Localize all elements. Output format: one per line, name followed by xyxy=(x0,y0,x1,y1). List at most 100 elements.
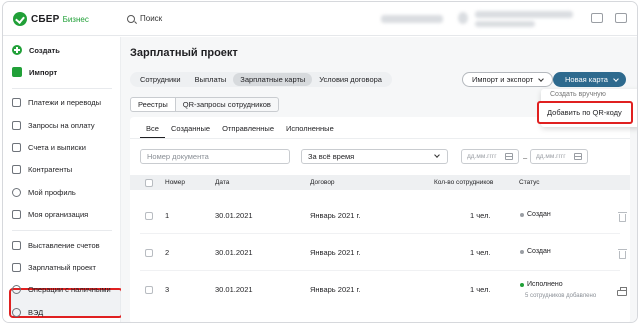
sidebar-item-label: Операции с наличными xyxy=(28,284,111,294)
tab-payouts[interactable]: Выплаты xyxy=(188,73,234,86)
sidebar-divider xyxy=(12,88,112,89)
column-number: Номер xyxy=(165,179,186,186)
row-date: 30.01.2021 xyxy=(215,211,253,220)
filter-tab-created[interactable]: Созданные xyxy=(165,122,216,139)
invoice-icon xyxy=(12,240,21,250)
column-employee-count: Кол-во сотрудников xyxy=(434,179,494,186)
sidebar-item-organization[interactable]: Моя организация xyxy=(12,206,88,222)
sidebar-divider xyxy=(12,230,112,231)
building-icon xyxy=(12,209,21,219)
table-row[interactable]: 1 30.01.2021 Январь 2021 г. 1 чел. Созда… xyxy=(130,197,630,233)
page-title: Зарплатный проект xyxy=(130,47,238,59)
date-from-input[interactable]: дд.мм.гггг xyxy=(461,149,519,164)
filter-tab-executed[interactable]: Исполненные xyxy=(280,122,340,139)
row-date: 30.01.2021 xyxy=(215,248,253,257)
subtab-registries[interactable]: Реестры xyxy=(130,97,176,112)
blurred-company-name xyxy=(475,11,573,18)
row-number: 3 xyxy=(165,285,170,294)
main-content: Зарплатный проект Сотрудники Выплаты Зар… xyxy=(121,37,637,322)
row-contract: Январь 2021 г. xyxy=(310,211,361,220)
sidebar-item-invoicing[interactable]: Выставление счетов xyxy=(12,237,100,253)
sidebar-item-label: Платежи и переводы xyxy=(28,97,102,107)
sidebar-item-salary-project[interactable]: Зарплатный проект xyxy=(12,259,96,275)
top-icons xyxy=(591,13,627,23)
sber-logo[interactable]: СБЕР Бизнес xyxy=(13,12,89,26)
status-dot-icon xyxy=(520,282,524,287)
filter-tab-sent[interactable]: Отправленные xyxy=(216,122,280,139)
tab-salary-cards[interactable]: Зарплатные карты xyxy=(233,73,313,86)
filter-tab-all[interactable]: Все xyxy=(140,122,165,139)
dropdown-create-manually[interactable]: Создать вручную xyxy=(550,91,606,98)
row-checkbox[interactable] xyxy=(145,249,153,257)
sidebar-item-fea[interactable]: ВЭД xyxy=(12,304,43,320)
sidebar-create[interactable]: Создать xyxy=(12,42,60,58)
column-status: Статус xyxy=(519,179,540,186)
row-checkbox[interactable] xyxy=(145,212,153,220)
contacts-icon xyxy=(12,164,21,174)
salary-card-icon xyxy=(12,262,21,272)
period-value: За всё время xyxy=(308,152,355,161)
subtab-qr-requests[interactable]: QR-запросы сотрудников xyxy=(175,97,279,112)
filter-tabs: Все Созданные Отправленные Исполненные xyxy=(140,122,340,139)
period-select[interactable]: За всё время xyxy=(301,149,448,164)
sidebar-item-label: Выставление счетов xyxy=(28,240,100,250)
search-icon xyxy=(127,14,135,23)
document-number-input[interactable] xyxy=(140,149,290,164)
import-export-button[interactable]: Импорт и экспорт xyxy=(462,72,554,87)
sidebar-item-payments[interactable]: Платежи и переводы xyxy=(12,94,101,110)
new-card-button[interactable]: Новая карта xyxy=(553,72,626,87)
table-row[interactable]: 2 30.01.2021 Январь 2021 г. 1 чел. Созда… xyxy=(130,234,630,270)
printer-icon[interactable] xyxy=(617,287,627,296)
registry-subtabs: Реестры QR-запросы сотрудников xyxy=(130,97,279,112)
sidebar-create-label: Создать xyxy=(29,45,60,55)
globe-icon xyxy=(12,307,21,317)
blurred-avatar xyxy=(458,12,468,24)
trash-icon[interactable] xyxy=(618,249,627,259)
select-all-checkbox[interactable] xyxy=(145,179,153,187)
sidebar-item-label: ВЭД xyxy=(28,307,44,317)
dropdown-add-by-qr[interactable]: Добавить по QR-коду xyxy=(537,101,633,124)
blurred-company-sub xyxy=(475,21,535,27)
sidebar-item-label: Зарплатный проект xyxy=(28,262,96,272)
brand-name: СБЕР xyxy=(31,13,60,25)
sidebar-import[interactable]: Импорт xyxy=(12,64,57,80)
row-count: 1 чел. xyxy=(470,211,491,220)
status-text: Исполнено xyxy=(527,281,563,288)
messages-icon[interactable] xyxy=(591,13,603,23)
table-row[interactable]: 3 30.01.2021 Январь 2021 г. 1 чел. Испол… xyxy=(130,271,630,307)
payments-icon xyxy=(12,97,21,107)
status-text: Создан xyxy=(527,248,551,255)
tab-employees[interactable]: Сотрудники xyxy=(133,73,188,86)
sidebar-import-label: Импорт xyxy=(29,67,58,77)
sidebar-item-accounts[interactable]: Счета и выписки xyxy=(12,139,86,155)
top-bar: СБЕР Бизнес Поиск xyxy=(3,2,637,36)
blurred-account-number xyxy=(381,15,443,23)
status-subtext: 5 сотрудников добавлено xyxy=(525,293,597,299)
sidebar-item-counterparties[interactable]: Контрагенты xyxy=(12,161,72,177)
sidebar-item-label: Контрагенты xyxy=(28,164,73,174)
date-to-input[interactable]: дд.мм.гггг xyxy=(530,149,588,164)
search-input[interactable]: Поиск xyxy=(127,14,162,23)
date-to-placeholder: дд.мм.гггг xyxy=(536,153,566,160)
brand-product: Бизнес xyxy=(62,14,89,24)
status-badge: Исполнено xyxy=(520,281,563,288)
row-count: 1 чел. xyxy=(470,248,491,257)
row-count: 1 чел. xyxy=(470,285,491,294)
row-contract: Январь 2021 г. xyxy=(310,285,361,294)
trash-icon[interactable] xyxy=(618,212,627,222)
row-contract: Январь 2021 г. xyxy=(310,248,361,257)
sidebar-item-payment-requests[interactable]: Запросы на оплату xyxy=(12,117,95,133)
tab-contract-terms[interactable]: Условия договора xyxy=(312,73,389,86)
status-dot-icon xyxy=(520,249,524,254)
filter-tabs-divider xyxy=(130,138,630,139)
sidebar-item-cash[interactable]: Операции с наличными xyxy=(12,281,111,297)
search-placeholder: Поиск xyxy=(140,14,163,23)
calendar-icon[interactable] xyxy=(574,153,582,160)
logout-icon[interactable] xyxy=(615,13,627,23)
row-checkbox[interactable] xyxy=(145,286,153,294)
calendar-icon[interactable] xyxy=(505,153,513,160)
import-export-label: Импорт и экспорт xyxy=(472,75,534,84)
table-header: Номер Дата Договор Кол-во сотрудников Ст… xyxy=(130,175,630,190)
sidebar-item-profile[interactable]: Мой профиль xyxy=(12,184,76,200)
section-tabs: Сотрудники Выплаты Зарплатные карты Усло… xyxy=(130,72,392,87)
